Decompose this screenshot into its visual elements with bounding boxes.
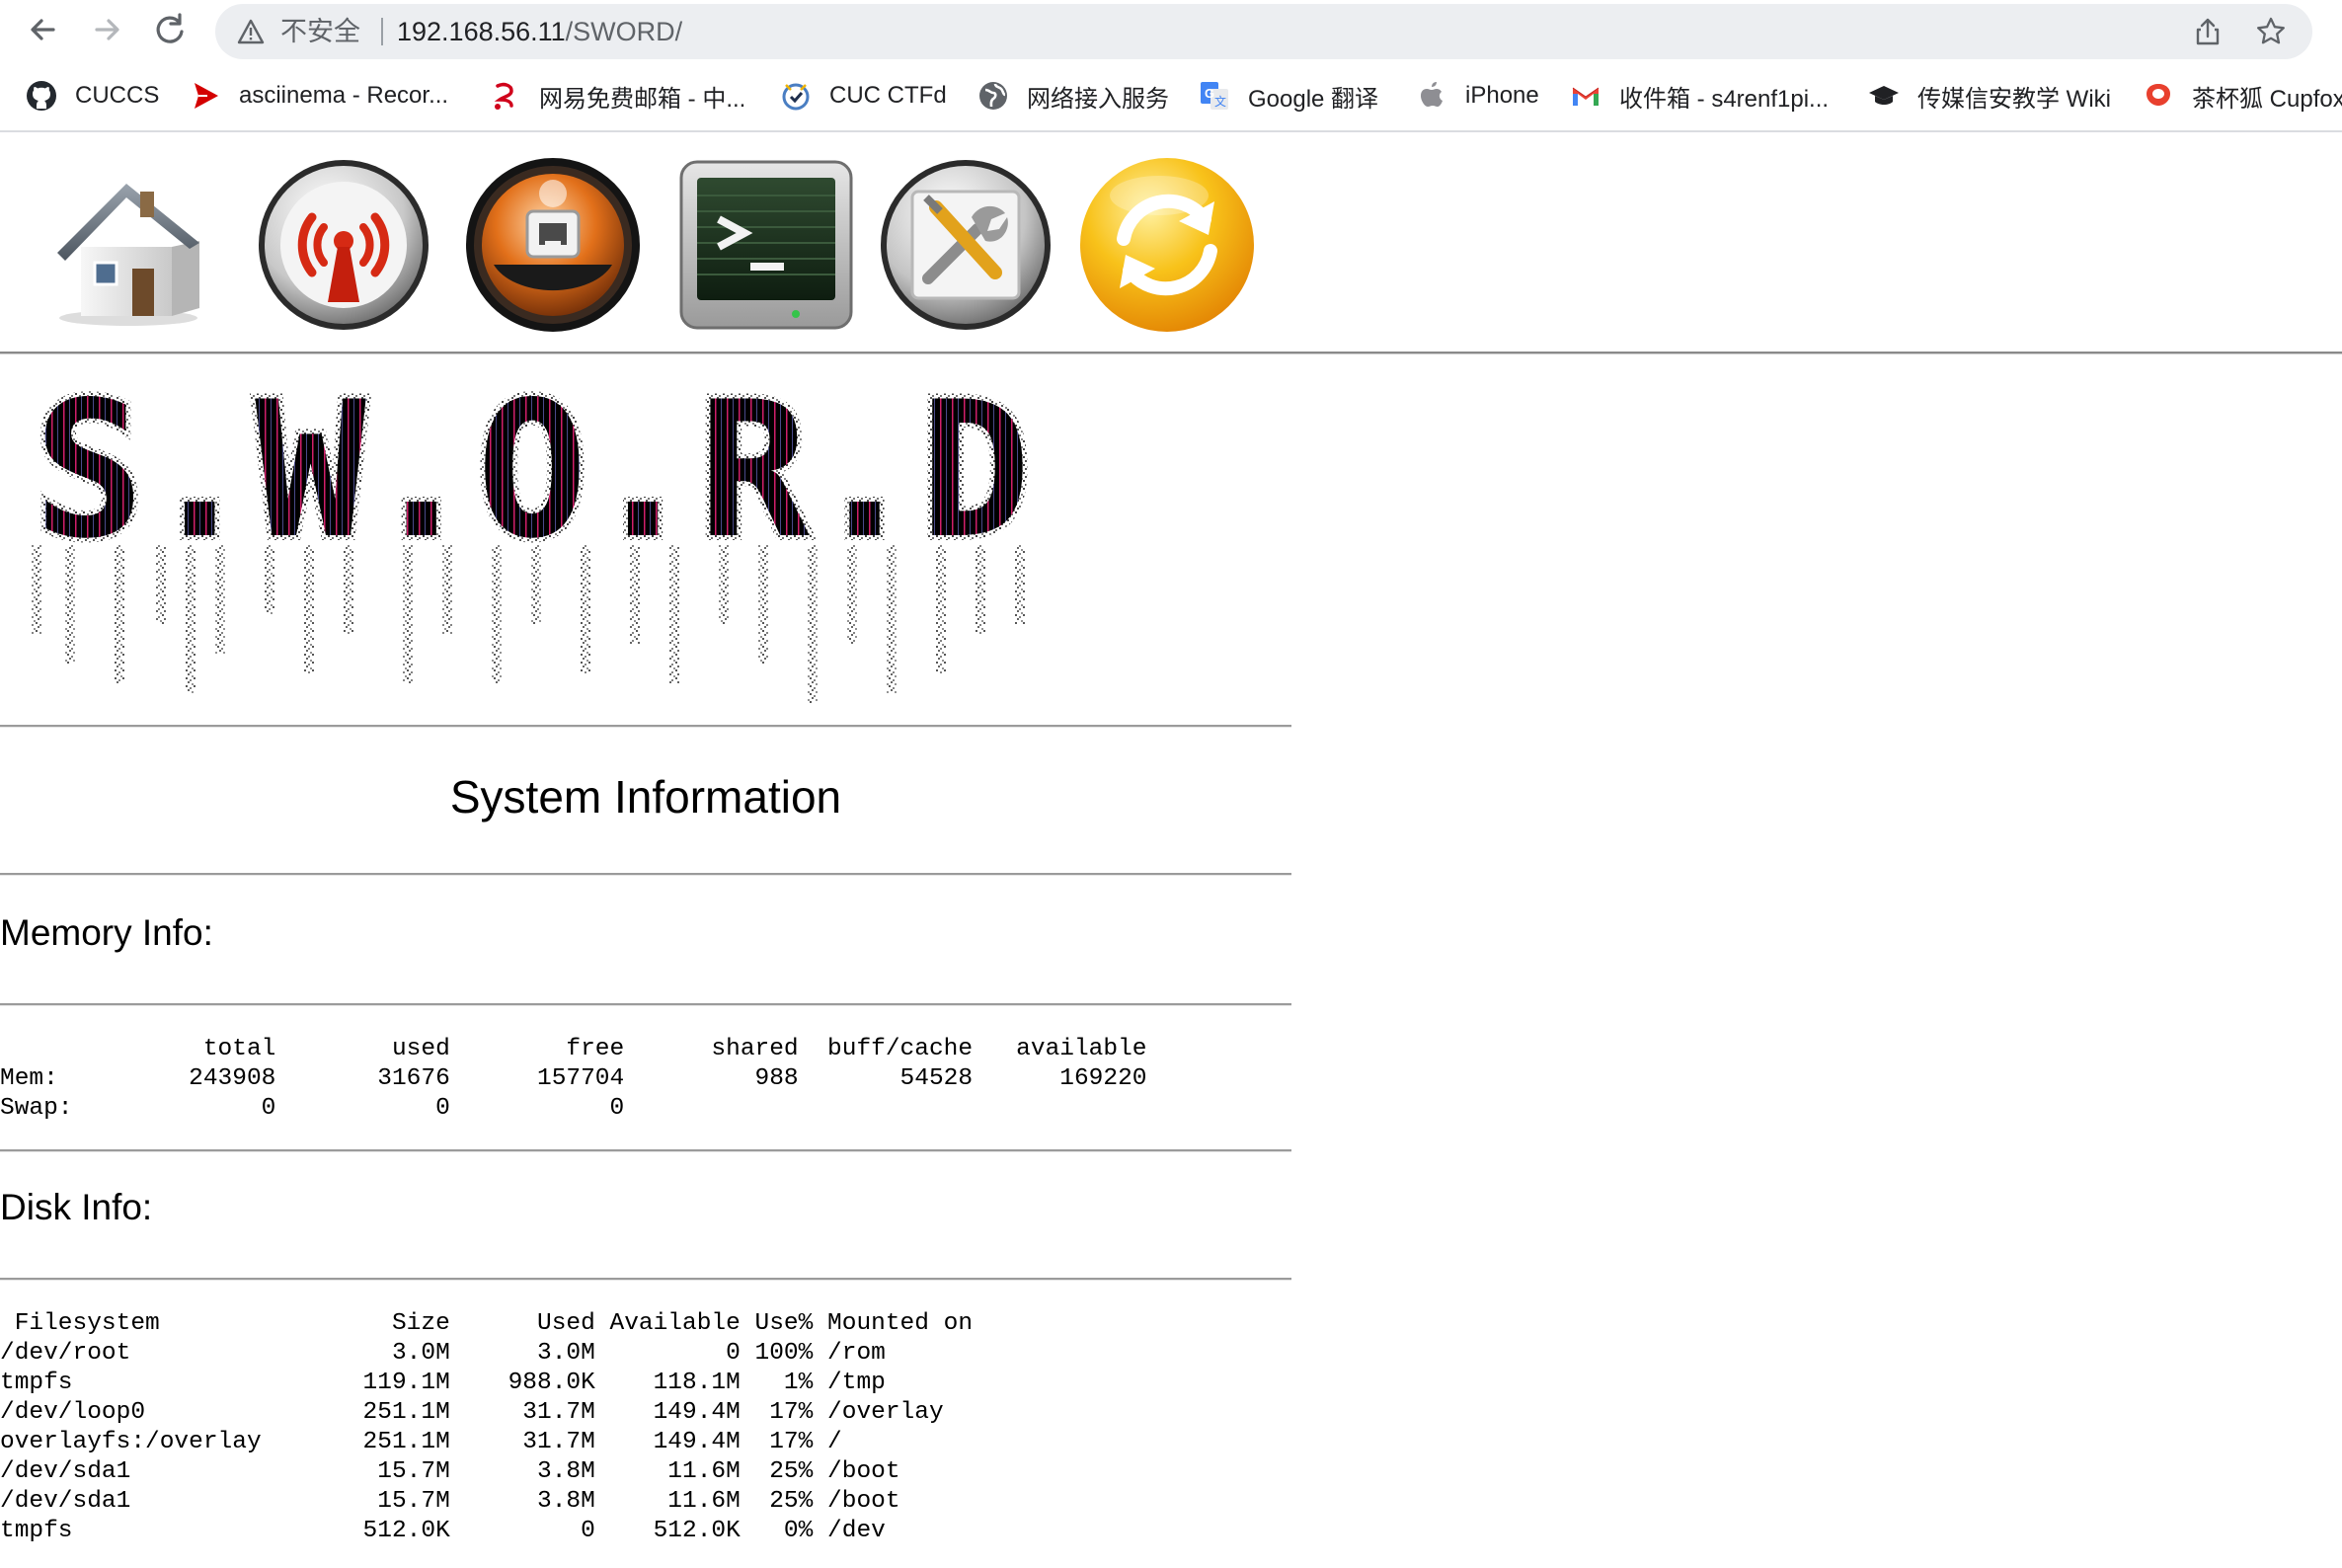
page-title: System Information [449, 771, 842, 823]
divider [0, 725, 1291, 728]
url-host: 192.168.56.11 [397, 17, 566, 46]
top-divider [0, 352, 2342, 354]
disk-heading: Disk Info: [0, 1187, 153, 1227]
bookmark-cuccs[interactable]: CUCCS [26, 61, 159, 130]
address-divider [381, 18, 383, 45]
divider [0, 873, 1291, 876]
not-secure-label: 不安全 [280, 17, 360, 46]
bookmark-cuc-ctfd[interactable]: CUC CTFd [780, 61, 947, 130]
bookmark-label: iPhone [1465, 82, 1539, 109]
divider [0, 1149, 1291, 1152]
globe-icon [979, 82, 1007, 110]
memory-output: total used free shared buff/cache availa… [0, 1036, 1147, 1122]
bookmark-label: 茶杯狐 Cupfox [2192, 85, 2342, 113]
arrow-right-icon [95, 19, 119, 40]
toolbar-icons [0, 132, 2342, 352]
page-content: S.W.O.R.D System Information Memory Info… [0, 132, 2342, 1568]
bookmark-label: 网易免费邮箱 - 中... [539, 85, 746, 113]
bookmark-star-icon[interactable] [2255, 16, 2287, 47]
browser-toolbar: 不安全 192.168.56.11/SWORD/ [0, 0, 2342, 61]
github-icon [27, 81, 56, 111]
terminal-icon[interactable] [677, 156, 855, 334]
bookmark-label: Google 翻译 [1248, 85, 1379, 113]
bookmark-asciinema[interactable]: asciinema - Recor... [190, 61, 448, 130]
bookmark-label: 传媒信安教学 Wiki [1917, 85, 2111, 113]
wireless-icon[interactable] [255, 156, 432, 334]
gmail-icon [1572, 87, 1600, 106]
url-text[interactable]: 192.168.56.11/SWORD/ [397, 4, 682, 59]
bookmark-gmail-inbox[interactable]: 收件箱 - s4renf1pi... [1570, 61, 1829, 130]
bookmark-wiki[interactable]: 传媒信安教学 Wiki [1868, 61, 2111, 130]
reload-icon [156, 13, 184, 43]
bookmark-label: asciinema - Recor... [239, 82, 449, 109]
bookmark-label: CUCCS [75, 82, 160, 109]
bookmark-label: 收件箱 - s4renf1pi... [1619, 85, 1830, 113]
settings-icon[interactable] [877, 156, 1054, 334]
home-icon[interactable] [38, 156, 215, 334]
netease-mail-icon [494, 82, 513, 110]
svg-text:文: 文 [1214, 94, 1226, 109]
ctfd-icon [782, 83, 810, 111]
url-path: /SWORD/ [565, 17, 683, 46]
mortarboard-icon [1869, 86, 1899, 105]
forward-button[interactable] [83, 6, 130, 53]
back-button[interactable] [20, 6, 67, 53]
memory-heading: Memory Info: [0, 912, 213, 953]
bookmark-iphone[interactable]: iPhone [1416, 61, 1539, 130]
network-icon[interactable] [464, 156, 642, 334]
reload-button[interactable] [146, 6, 194, 53]
bookmark-netease-mail[interactable]: 网易免费邮箱 - 中... [490, 61, 745, 130]
bookmark-cupfox[interactable]: 茶杯狐 Cupfox [2143, 61, 2342, 130]
bookmark-label: CUC CTFd [829, 82, 947, 109]
apple-icon [1421, 82, 1443, 107]
bookmark-network-service[interactable]: 网络接入服务 [977, 61, 1169, 130]
warning-triangle-icon [237, 19, 265, 44]
disk-output: Filesystem Size Used Available Use% Moun… [0, 1310, 974, 1544]
bookmark-google-translate[interactable]: G文 Google 翻译 [1199, 61, 1378, 130]
address-bar[interactable]: 不安全 192.168.56.11/SWORD/ [215, 4, 2312, 59]
google-translate-icon: G文 [1201, 82, 1228, 110]
svg-text:G: G [1205, 86, 1214, 101]
divider [0, 1003, 1291, 1006]
cupfox-icon [2147, 84, 2170, 106]
asciinema-icon [195, 83, 218, 109]
arrow-left-icon [31, 19, 55, 40]
share-icon[interactable] [2192, 16, 2224, 47]
sword-logo: S.W.O.R.D [29, 377, 1036, 703]
refresh-icon[interactable] [1078, 156, 1256, 334]
divider [0, 1278, 1291, 1281]
bookmark-label: 网络接入服务 [1027, 85, 1169, 113]
bookmarks-bar: CUCCS asciinema - Recor... 网易免费邮箱 - 中...… [0, 61, 2342, 132]
